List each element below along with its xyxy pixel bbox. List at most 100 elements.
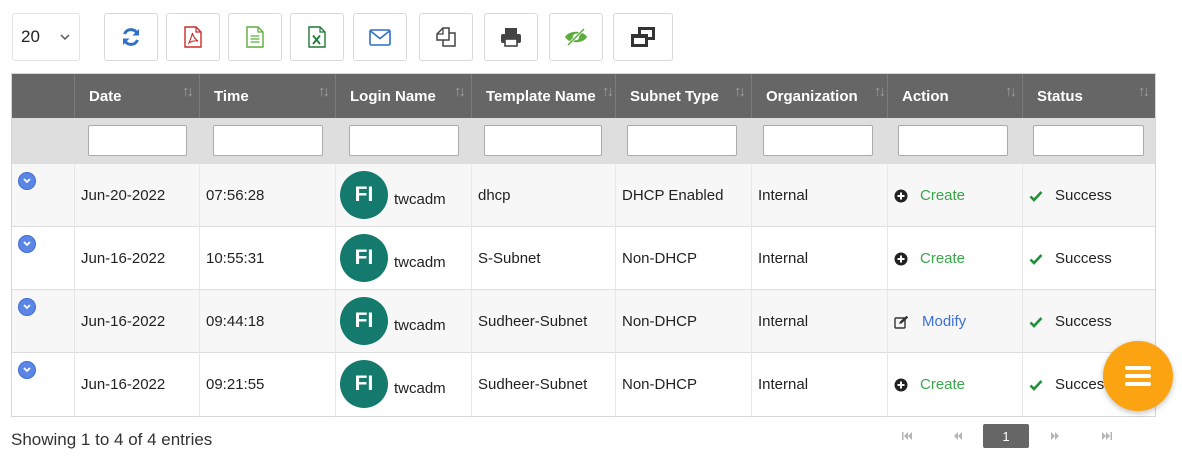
template-cell: S-Subnet [478, 250, 541, 267]
subnet-type-cell: Non-DHCP [622, 250, 698, 267]
column-header-organization[interactable]: Organization ↑↓ [751, 74, 887, 118]
excel-file-icon [308, 26, 326, 48]
action-cell: Create [887, 227, 965, 290]
sort-icon[interactable]: ↑↓ [454, 83, 466, 100]
check-icon [1029, 253, 1043, 265]
action-link[interactable]: Modify [922, 313, 966, 330]
filter-input-date[interactable] [88, 125, 187, 156]
column-divider [335, 163, 336, 417]
column-header-login-name[interactable]: Login Name ↑↓ [335, 74, 471, 118]
export-csv-button[interactable] [228, 13, 282, 61]
status-text: Success [1055, 250, 1112, 267]
column-visibility-button[interactable] [549, 13, 603, 61]
column-header-time[interactable]: Time ↑↓ [199, 74, 335, 118]
next-page-button[interactable] [1043, 424, 1067, 448]
organization-cell: Internal [758, 376, 809, 393]
column-header-subnet-type[interactable]: Subnet Type ↑↓ [615, 74, 751, 118]
last-page-button[interactable] [1095, 424, 1119, 448]
page-size-select[interactable]: 20 [12, 13, 80, 61]
column-header-template-name[interactable]: Template Name ↑↓ [471, 74, 615, 118]
table-row: Jun-16-2022 09:21:55 FI twcadm Sudheer-S… [12, 352, 1155, 416]
page-number-button[interactable]: 1 [983, 424, 1029, 448]
expand-row-button[interactable] [18, 361, 36, 379]
status-cell: Success [1022, 353, 1112, 416]
login-cell: FI twcadm [335, 164, 471, 227]
organization-cell: Internal [758, 187, 809, 204]
action-link[interactable]: Create [920, 187, 965, 204]
refresh-icon [123, 28, 139, 46]
time-cell: 09:21:55 [206, 376, 265, 393]
time-cell: 09:44:18 [206, 313, 265, 330]
expand-row-button[interactable] [18, 298, 36, 316]
column-header-date[interactable]: Date ↑↓ [74, 74, 199, 118]
column-divider [615, 163, 616, 417]
export-excel-button[interactable] [290, 13, 344, 61]
column-divider [751, 163, 752, 417]
avatar: FI [340, 171, 388, 219]
filter-input-subnet-type[interactable] [627, 125, 737, 156]
sort-icon[interactable]: ↑↓ [1138, 83, 1150, 100]
status-cell: Success [1022, 164, 1112, 227]
first-page-button[interactable] [895, 424, 919, 448]
filter-input-status[interactable] [1033, 125, 1144, 156]
chevron-down-icon [60, 34, 70, 41]
sort-icon[interactable]: ↑↓ [874, 83, 886, 100]
action-link[interactable]: Create [920, 376, 965, 393]
restore-window-icon [631, 27, 655, 47]
filter-input-action[interactable] [898, 125, 1008, 156]
date-cell: Jun-20-2022 [81, 187, 166, 204]
status-text: Success [1055, 187, 1112, 204]
date-cell: Jun-16-2022 [81, 313, 166, 330]
table-info: Showing 1 to 4 of 4 entries [11, 430, 213, 449]
column-header-status[interactable]: Status ↑↓ [1022, 74, 1155, 118]
date-cell: Jun-16-2022 [81, 376, 166, 393]
text-file-icon [246, 26, 264, 48]
audit-log-table: Date ↑↓ Time ↑↓ Login Name ↑↓ Template Name… [11, 73, 1156, 417]
status-text: Success [1055, 313, 1112, 330]
sort-icon[interactable]: ↑↓ [182, 83, 194, 100]
template-cell: dhcp [478, 187, 511, 204]
avatar: FI [340, 297, 388, 345]
avatar: FI [340, 234, 388, 282]
subnet-type-cell: DHCP Enabled [622, 187, 724, 204]
filter-input-organization[interactable] [763, 125, 873, 156]
filter-input-login-name[interactable] [349, 125, 459, 156]
email-button[interactable] [353, 13, 407, 61]
check-icon [1029, 379, 1043, 391]
organization-cell: Internal [758, 313, 809, 330]
login-name: twcadm [394, 191, 446, 208]
expand-row-button[interactable] [18, 172, 36, 190]
chevron-down-icon [23, 241, 31, 247]
column-divider [199, 163, 200, 417]
filter-input-template-name[interactable] [484, 125, 602, 156]
print-button[interactable] [484, 13, 538, 61]
floating-menu-button[interactable] [1103, 341, 1173, 411]
action-cell: Create [887, 164, 965, 227]
sort-icon[interactable]: ↑↓ [1005, 83, 1017, 100]
sort-icon[interactable]: ↑↓ [318, 83, 330, 100]
copy-button[interactable] [419, 13, 473, 61]
sort-icon[interactable]: ↑↓ [602, 83, 614, 100]
first-page-icon [902, 432, 912, 440]
previous-page-button[interactable] [946, 424, 970, 448]
template-cell: Sudheer-Subnet [478, 313, 588, 330]
export-pdf-button[interactable] [166, 13, 220, 61]
action-link[interactable]: Create [920, 250, 965, 267]
restore-window-button[interactable] [613, 13, 673, 61]
pdf-file-icon [184, 26, 202, 48]
login-cell: FI twcadm [335, 353, 471, 416]
table-row: Jun-16-2022 09:44:18 FI twcadm Sudheer-S… [12, 289, 1155, 352]
previous-page-icon [954, 432, 962, 440]
filter-input-time[interactable] [213, 125, 323, 156]
login-cell: FI twcadm [335, 290, 471, 353]
copy-icon [436, 27, 456, 47]
edit-icon [894, 315, 909, 329]
expand-row-button[interactable] [18, 235, 36, 253]
refresh-button[interactable] [104, 13, 158, 61]
action-cell: Create [887, 353, 965, 416]
column-divider [887, 163, 888, 417]
sort-icon[interactable]: ↑↓ [734, 83, 746, 100]
template-cell: Sudheer-Subnet [478, 376, 588, 393]
envelope-icon [369, 28, 391, 46]
column-header-action[interactable]: Action ↑↓ [887, 74, 1022, 118]
